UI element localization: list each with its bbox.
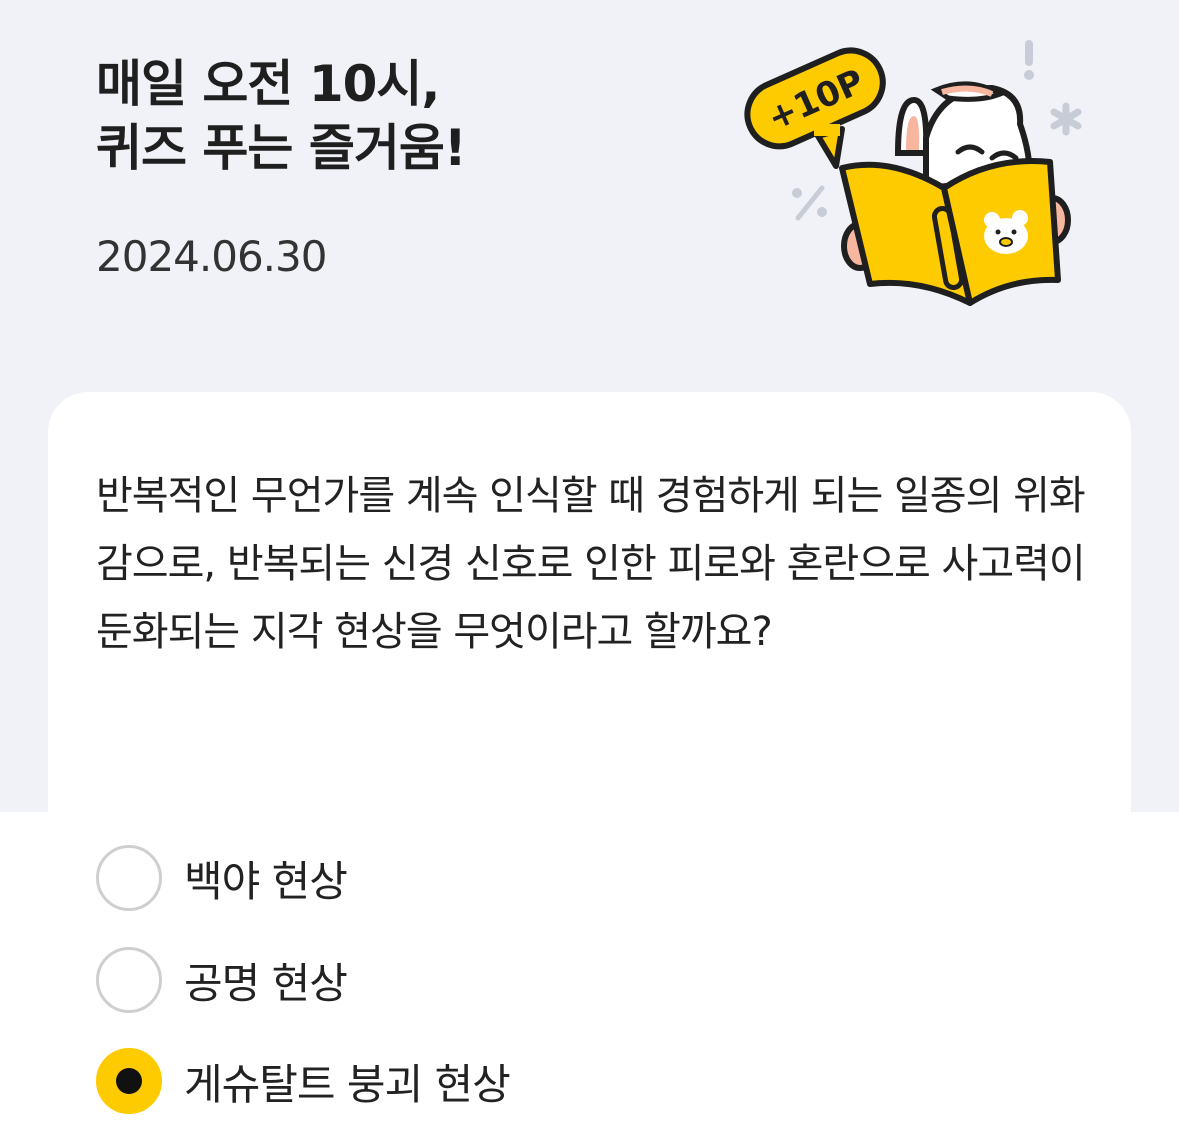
radio-dot	[116, 1068, 142, 1094]
quiz-page: 매일 오전 10시, 퀴즈 푸는 즐거움! 2024.06.30 +10P 반복…	[0, 0, 1179, 1133]
percent-icon	[792, 185, 827, 221]
radio-button[interactable]	[96, 845, 162, 911]
points-speech-bubble: +10P	[744, 47, 886, 169]
quiz-date: 2024.06.30	[96, 232, 327, 281]
asterisk-icon	[1050, 102, 1082, 136]
option-label: 공명 현상	[184, 958, 348, 1008]
option-3[interactable]: 게슈탈트 붕괴 현상	[96, 1045, 511, 1117]
title-line-1: 매일 오전 10시,	[96, 55, 440, 113]
radio-button-selected[interactable]	[96, 1048, 162, 1114]
option-label: 게슈탈트 붕괴 현상	[184, 1059, 511, 1109]
question-card: 반복적인 무언가를 계속 인식할 때 경험하게 되는 일종의 위화감으로, 반복…	[48, 392, 1131, 1133]
rabbit-reading-book-icon: +10P	[744, 40, 1082, 306]
option-1[interactable]: 백야 현상	[96, 842, 348, 914]
exclamation-icon	[1025, 40, 1033, 66]
option-label: 백야 현상	[184, 856, 348, 906]
option-2[interactable]: 공명 현상	[96, 944, 348, 1016]
question-text: 반복적인 무언가를 계속 인식할 때 경험하게 되는 일종의 위화감으로, 반복…	[96, 473, 1086, 655]
book-icon	[839, 158, 1061, 306]
title-line-2: 퀴즈 푸는 즐거움!	[96, 119, 467, 177]
radio-button[interactable]	[96, 947, 162, 1013]
page-title: 매일 오전 10시, 퀴즈 푸는 즐거움!	[96, 52, 716, 180]
